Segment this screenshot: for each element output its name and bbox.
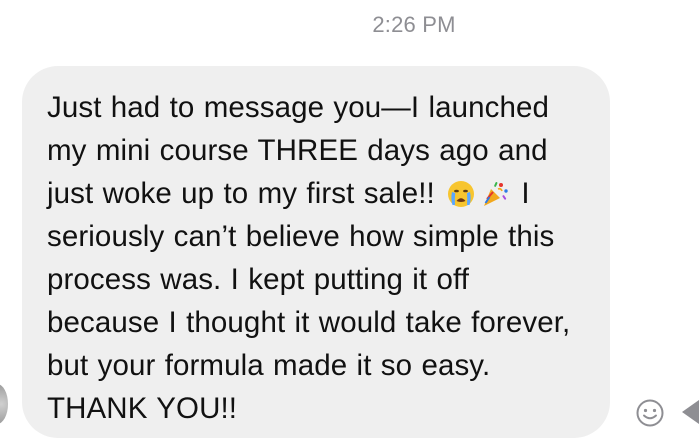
crying-face-emoji-icon <box>448 181 475 207</box>
party-popper-emoji-icon <box>484 182 508 206</box>
message-bubble[interactable]: Just had to message you—I launched my mi… <box>22 66 610 438</box>
message-timestamp: 2:26 PM <box>372 12 456 37</box>
message-text: Just had to message you—I launched my mi… <box>47 86 588 430</box>
message-text-part2: I seriously can’t believe how simple thi… <box>47 177 571 425</box>
share-icon[interactable] <box>679 397 699 427</box>
react-emoji-icon[interactable] <box>635 398 665 428</box>
sender-avatar[interactable] <box>0 384 8 424</box>
